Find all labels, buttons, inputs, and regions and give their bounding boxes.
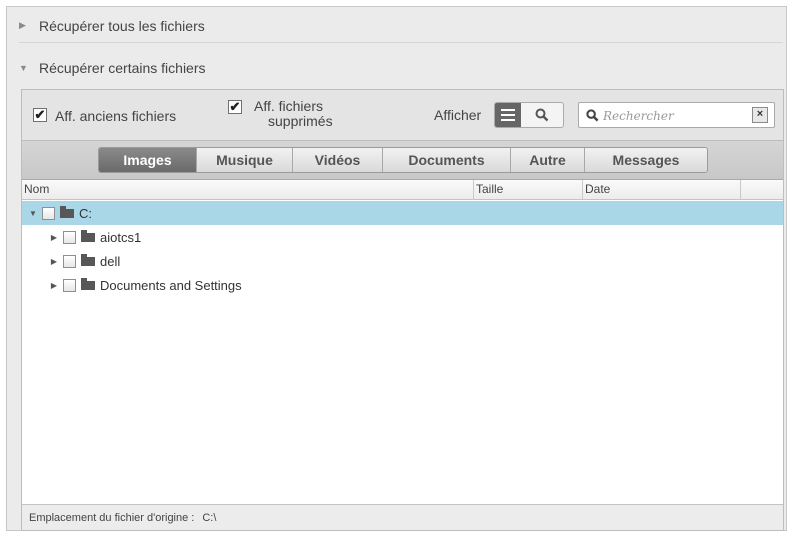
- tab-documents[interactable]: Documents: [383, 148, 511, 172]
- search-input[interactable]: [603, 107, 743, 124]
- list-view-icon[interactable]: [495, 103, 521, 127]
- tree-checkbox[interactable]: [63, 254, 76, 268]
- tree-row-aiotcs1[interactable]: ▶ aiotcs1: [22, 225, 783, 249]
- triangle-right-icon[interactable]: ▶: [49, 233, 59, 242]
- section-restore-all-label: Récupérer tous les fichiers: [39, 17, 205, 34]
- tree-checkbox[interactable]: [42, 206, 55, 220]
- tree-item-label: C:: [79, 205, 92, 221]
- tree-item-label: Documents and Settings: [100, 277, 242, 293]
- show-deleted-files-label-line2: supprimés: [268, 113, 333, 129]
- tree-item-label: aiotcs1: [100, 229, 142, 245]
- tree-checkbox[interactable]: [63, 230, 76, 244]
- original-location-label: Emplacement du fichier d'origine :: [29, 511, 195, 524]
- show-deleted-files-checkbox[interactable]: ✔: [228, 100, 242, 114]
- file-table: Nom Taille Date ▼ C: ▶ aiotcs1 ▶ dell ▶ …: [22, 180, 783, 504]
- tab-videos[interactable]: Vidéos: [293, 148, 383, 172]
- tab-music[interactable]: Musique: [197, 148, 293, 172]
- category-tabs-bar: Images Musique Vidéos Documents Autre Me…: [22, 140, 783, 180]
- original-location-bar: Emplacement du fichier d'origine : C:\: [22, 504, 783, 530]
- triangle-down-icon: ▼: [19, 63, 28, 73]
- triangle-right-icon[interactable]: ▶: [49, 257, 59, 266]
- column-header-name[interactable]: Nom: [22, 180, 474, 200]
- view-label: Afficher: [434, 107, 482, 123]
- tab-other[interactable]: Autre: [511, 148, 585, 172]
- tree-checkbox[interactable]: [63, 278, 76, 292]
- magnifier-icon: [535, 108, 549, 122]
- table-header: Nom Taille Date: [22, 180, 783, 200]
- category-tabs: Images Musique Vidéos Documents Autre Me…: [98, 147, 708, 173]
- section-restore-some[interactable]: ▼ Récupérer certains fichiers: [19, 51, 783, 85]
- column-header-date[interactable]: Date: [583, 180, 741, 200]
- section-restore-all[interactable]: ▶ Récupérer tous les fichiers: [19, 9, 783, 43]
- folder-icon: [81, 230, 95, 242]
- view-toggle[interactable]: [494, 102, 564, 128]
- options-row: ✔ Aff. anciens fichiers ✔ Aff. fichiers …: [22, 90, 783, 140]
- search-box: ×: [578, 102, 775, 128]
- folder-icon: [60, 206, 74, 218]
- triangle-right-icon: ▶: [19, 20, 26, 30]
- tree-row-c-drive[interactable]: ▼ C:: [22, 201, 783, 225]
- restore-some-content: ✔ Aff. anciens fichiers ✔ Aff. fichiers …: [21, 89, 784, 531]
- close-icon[interactable]: ×: [752, 107, 768, 123]
- show-old-files-label: Aff. anciens fichiers: [55, 108, 177, 124]
- folder-icon: [81, 254, 95, 266]
- search-icon: [586, 109, 599, 122]
- triangle-down-icon[interactable]: ▼: [28, 209, 38, 218]
- tree-row-documents-and-settings[interactable]: ▶ Documents and Settings: [22, 273, 783, 297]
- tab-images[interactable]: Images: [99, 148, 197, 172]
- section-restore-some-label: Récupérer certains fichiers: [39, 60, 206, 76]
- tree-item-label: dell: [100, 253, 121, 269]
- show-old-files-checkbox[interactable]: ✔: [33, 108, 47, 122]
- search-view-button[interactable]: [521, 103, 563, 127]
- folder-icon: [81, 278, 95, 290]
- show-deleted-files-label-line1: Aff. fichiers: [254, 98, 323, 114]
- restore-panel: ▶ Récupérer tous les fichiers ▼ Récupére…: [6, 6, 787, 531]
- tree-row-dell[interactable]: ▶ dell: [22, 249, 783, 273]
- triangle-right-icon[interactable]: ▶: [49, 281, 59, 290]
- tab-messages[interactable]: Messages: [585, 148, 707, 172]
- original-location-value: C:\: [202, 511, 217, 524]
- column-header-size[interactable]: Taille: [474, 180, 583, 200]
